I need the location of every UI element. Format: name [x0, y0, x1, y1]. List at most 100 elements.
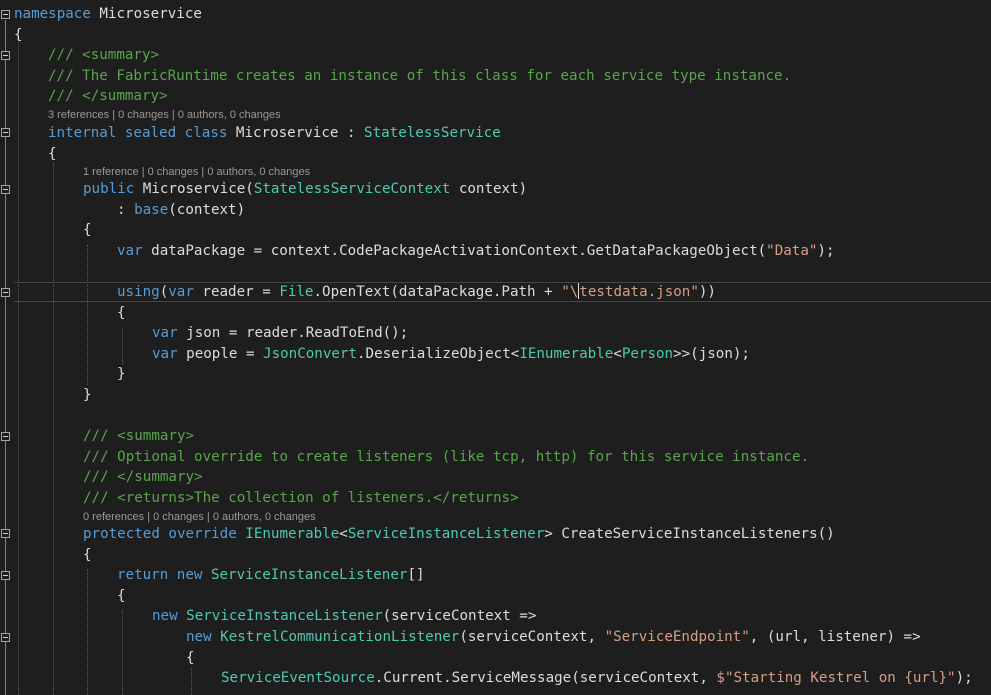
collapse-method-icon[interactable] — [1, 529, 10, 538]
code-line: new KestrelCommunicationListener(service… — [186, 627, 921, 647]
brace: { — [48, 146, 57, 162]
code-line: } — [83, 385, 92, 405]
code-line: var dataPackage = context.CodePackageAct… — [117, 241, 835, 261]
brace: } — [117, 366, 126, 382]
statement: reader = — [193, 284, 280, 300]
indent-guide — [191, 668, 192, 695]
code-line: internal sealed class Microservice : Sta… — [48, 123, 501, 143]
doc-comment: /// Optional override to create listener… — [83, 449, 810, 465]
collapse-lambda-icon[interactable] — [1, 633, 10, 642]
keyword: var — [152, 346, 178, 362]
type-name: IEnumerable — [245, 526, 340, 542]
punct: < — [613, 346, 622, 362]
brace: { — [14, 27, 23, 43]
type-name: KestrelCommunicationListener — [220, 629, 460, 645]
punct: )) — [698, 284, 716, 300]
brace: { — [83, 547, 92, 563]
collapse-namespace-icon[interactable] — [1, 10, 10, 19]
code-line: /// <summary> — [48, 45, 159, 65]
indent-guide — [53, 163, 54, 695]
doc-comment: /// </summary> — [83, 469, 203, 485]
punct: ); — [817, 243, 835, 259]
code-line: /// </summary> — [83, 467, 203, 487]
punct: [] — [407, 567, 425, 583]
type-name: ServiceInstanceListener — [347, 526, 545, 542]
keyword: protected override — [83, 526, 237, 542]
colon: : — [117, 202, 135, 218]
statement: json = reader.ReadToEnd(); — [177, 325, 409, 341]
type-name: IEnumerable — [519, 346, 614, 362]
base-args: (context) — [168, 202, 246, 218]
type-name: Person — [621, 346, 674, 362]
code-line: { — [14, 25, 23, 45]
doc-comment: /// <summary> — [48, 47, 160, 63]
code-line: { — [117, 303, 126, 323]
keyword: using — [117, 284, 160, 300]
string-literal: "\ — [561, 284, 579, 300]
code-line: new ServiceInstanceListener(serviceConte… — [152, 606, 536, 626]
brace: { — [186, 650, 195, 666]
keyword: public — [83, 181, 135, 197]
statement: dataPackage = context.CodePackageActivat… — [142, 243, 767, 259]
codelens-class[interactable]: 3 references | 0 changes | 0 authors, 0 … — [48, 108, 281, 122]
string-literal: testdata.json" — [579, 284, 699, 300]
code-line: { — [83, 220, 92, 240]
indent-guide — [87, 245, 88, 385]
collapse-array-icon[interactable] — [1, 571, 10, 580]
string-literal: "ServiceEndpoint" — [604, 629, 750, 645]
statement: .Current.ServiceMessage(serviceContext, — [374, 670, 717, 686]
code-line: { — [83, 545, 92, 565]
type-name: ServiceEventSource — [221, 670, 375, 686]
code-line: /// <summary> — [83, 426, 194, 446]
param: context) — [450, 181, 528, 197]
code-line: namespace Microservice — [14, 4, 202, 24]
collapse-summary-icon[interactable] — [1, 51, 10, 60]
code-line: { — [117, 586, 126, 606]
type-name: File — [279, 284, 314, 300]
type-name: StatelessServiceContext — [253, 181, 451, 197]
type-name: ServiceInstanceListener — [186, 608, 383, 624]
ctor-name: Microservice( — [134, 181, 254, 197]
code-line: return new ServiceInstanceListener[] — [117, 565, 425, 585]
code-line: { — [48, 144, 57, 164]
codelens-constructor[interactable]: 1 reference | 0 changes | 0 authors, 0 c… — [83, 165, 310, 179]
keyword: var — [168, 284, 194, 300]
keyword: new — [186, 629, 212, 645]
statement: (serviceContext, — [459, 629, 605, 645]
doc-comment: /// </summary> — [48, 88, 168, 104]
code-line: { — [186, 648, 195, 668]
statement: , (url, listener) => — [749, 629, 921, 645]
type-name: StatelessService — [364, 125, 501, 141]
code-line: /// The FabricRuntime creates an instanc… — [48, 66, 791, 86]
type-name: JsonConvert — [263, 346, 358, 362]
code-line: /// Optional override to create listener… — [83, 447, 809, 467]
punct: < — [339, 526, 348, 542]
code-line: public Microservice(StatelessServiceCont… — [83, 179, 527, 199]
namespace-name: Microservice — [90, 6, 202, 22]
code-line: var json = reader.ReadToEnd(); — [152, 323, 408, 343]
code-line: using(var reader = File.OpenText(dataPac… — [117, 282, 716, 302]
class-name: Microservice : — [227, 125, 365, 141]
keyword: new — [152, 608, 178, 624]
keyword: namespace — [14, 6, 91, 22]
indent-guide — [18, 40, 19, 695]
code-line: var people = JsonConvert.DeserializeObje… — [152, 344, 750, 364]
statement: .OpenText(dataPackage.Path + — [313, 284, 562, 300]
keyword: var — [117, 243, 143, 259]
collapse-summary2-icon[interactable] — [1, 432, 10, 441]
statement: .DeserializeObject< — [357, 346, 520, 362]
keyword: return new — [117, 567, 203, 583]
type-name: ServiceInstanceListener — [210, 567, 408, 583]
collapse-constructor-icon[interactable] — [1, 185, 10, 194]
keyword: var — [152, 325, 178, 341]
code-line: : base(context) — [117, 200, 245, 220]
brace: { — [83, 222, 92, 238]
punct: ); — [955, 670, 973, 686]
collapse-class-icon[interactable] — [1, 128, 10, 137]
collapse-using-icon[interactable] — [1, 288, 10, 297]
statement: people = — [177, 346, 264, 362]
code-editor[interactable]: namespace Microservice { /// <summary> /… — [0, 0, 991, 695]
codelens-method[interactable]: 0 references | 0 changes | 0 authors, 0 … — [83, 510, 316, 524]
